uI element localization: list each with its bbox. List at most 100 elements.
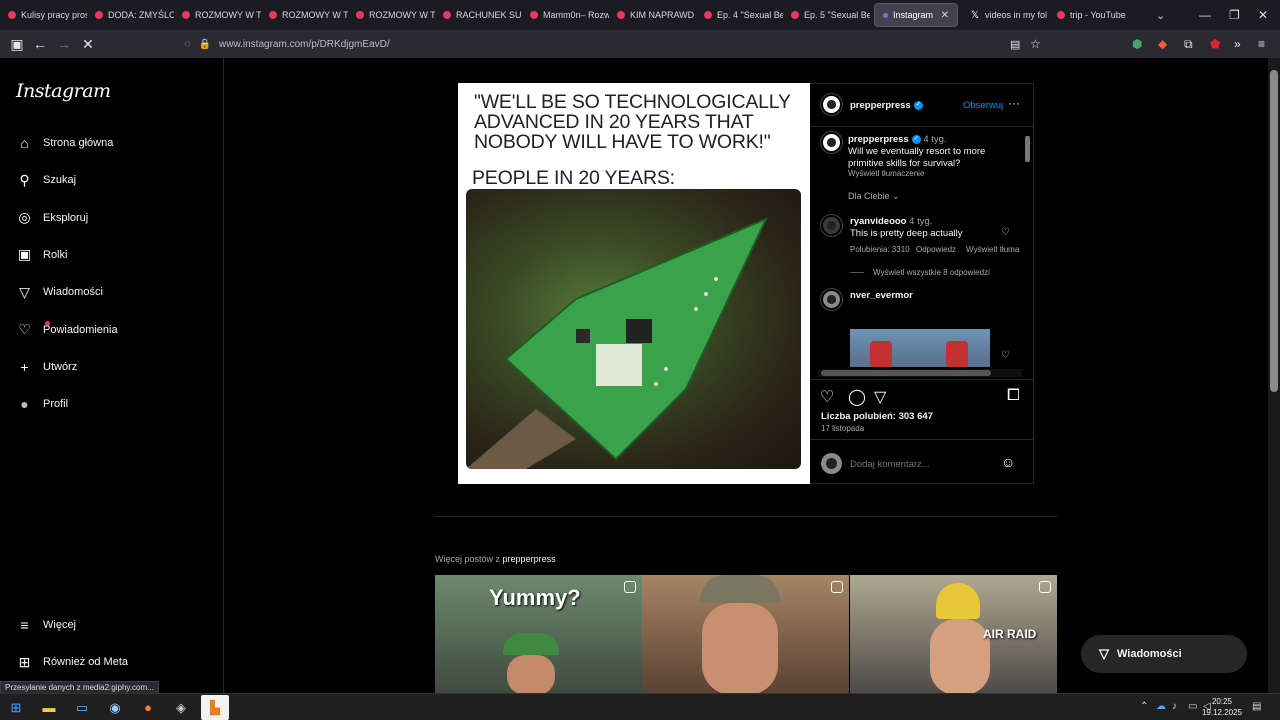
tab[interactable]: RACHUNEK SUM bbox=[435, 0, 522, 30]
file-explorer-icon[interactable]: ▬ bbox=[38, 698, 60, 717]
caption-avatar[interactable] bbox=[821, 132, 842, 153]
extension-fox-icon[interactable]: ◆ bbox=[1158, 37, 1167, 51]
like-heart-icon[interactable]: ♡ bbox=[820, 387, 834, 407]
sidebar-item-search[interactable]: ⚲ Szukaj bbox=[16, 165, 216, 195]
view-replies-link[interactable]: Wyświetl wszystkie 8 odpowiedzi bbox=[873, 268, 990, 277]
comment-username[interactable]: nver_evermor bbox=[850, 290, 913, 301]
more-post-thumbnail[interactable] bbox=[642, 575, 849, 693]
sidebar-item-home[interactable]: ⌂ Strona główna bbox=[16, 128, 216, 158]
caption-time[interactable]: 4 tyg. bbox=[923, 134, 946, 145]
shield-icon[interactable]: ◌ bbox=[184, 38, 191, 50]
reader-view-icon[interactable]: ▤ bbox=[1010, 38, 1020, 51]
author-avatar[interactable] bbox=[821, 94, 842, 115]
sidebar-item-compass[interactable]: ◎ Eksploruj bbox=[16, 203, 216, 233]
comment-like-count[interactable]: Polubienia: 3310 bbox=[850, 245, 910, 254]
extension-shield-icon[interactable]: ⬢ bbox=[1132, 37, 1142, 51]
firefox-icon[interactable]: ● bbox=[137, 698, 159, 717]
menu-icon[interactable]: ≡ bbox=[1258, 37, 1265, 51]
url-text[interactable]: www.instagram.com/p/DRKdjgmEavD/ bbox=[219, 39, 390, 50]
share-send-icon[interactable]: ▽ bbox=[874, 387, 886, 407]
tab[interactable]: Ep. 5 "Sexual Be bbox=[783, 0, 870, 30]
tray-mic-icon[interactable]: ♪ bbox=[1172, 701, 1177, 712]
extension-ublock-icon[interactable]: ⬟ bbox=[1210, 37, 1220, 51]
comment-gif[interactable] bbox=[850, 329, 990, 367]
tab[interactable]: trip - YouTube bbox=[1049, 0, 1136, 30]
close-window-icon[interactable]: ✕ bbox=[1258, 8, 1268, 22]
comment-avatar[interactable] bbox=[821, 289, 842, 310]
sidebar-item-plus[interactable]: + Utwórz bbox=[16, 352, 216, 382]
taskbar-time[interactable]: 20:25 bbox=[1206, 697, 1238, 706]
windows-start-icon[interactable]: ⊞ bbox=[5, 698, 27, 717]
author-username[interactable]: prepperpress ✓ bbox=[850, 100, 923, 111]
comments-v-scroll-thumb[interactable] bbox=[1025, 136, 1030, 162]
more-post-thumbnail[interactable]: AIR RAID bbox=[850, 575, 1057, 693]
sidebar-item-more[interactable]: ≡ Więcej bbox=[16, 610, 216, 640]
page-scroll-thumb[interactable] bbox=[1270, 70, 1278, 392]
active-app-icon[interactable]: ▙ bbox=[201, 695, 229, 720]
monitor-app-icon[interactable]: ▭ bbox=[71, 698, 93, 717]
taskbar-date[interactable]: 19.12.2025 bbox=[1200, 708, 1244, 717]
save-bookmark-icon[interactable]: ⧠ bbox=[1007, 387, 1020, 405]
comment-translate-link[interactable]: Wyświetl tłuma bbox=[966, 245, 1019, 254]
author-username-text[interactable]: prepperpress bbox=[850, 100, 911, 111]
tab[interactable]: Mamm0n– Rozw bbox=[522, 0, 609, 30]
extensions-icon[interactable]: ⧉ bbox=[1184, 37, 1193, 52]
tab[interactable]: KIM NAPRAWD bbox=[609, 0, 696, 30]
follow-button[interactable]: Obserwuj bbox=[963, 100, 1003, 111]
comment-reply-link[interactable]: Odpowiedz bbox=[916, 245, 956, 254]
sidebar-item-heart[interactable]: ♡ Powiadomienia bbox=[16, 315, 216, 345]
comment-avatar[interactable] bbox=[821, 215, 842, 236]
tray-overflow-icon[interactable]: ⌃ bbox=[1140, 701, 1148, 712]
comment-like-heart-icon[interactable]: ♡ bbox=[1001, 350, 1010, 361]
url-bar[interactable]: ◌ 🔒 www.instagram.com/p/DRKdjgmEavD/ ▤ ☆ bbox=[176, 33, 1050, 55]
comments-h-scroll-thumb[interactable] bbox=[821, 370, 991, 376]
instagram-logo[interactable]: Instagram bbox=[16, 80, 111, 102]
tab[interactable]: ROZMOWY W T bbox=[174, 0, 261, 30]
like-count[interactable]: Liczba polubień: 303 647 bbox=[821, 411, 933, 422]
tab[interactable]: 𝕏videos in my fol bbox=[962, 0, 1049, 30]
comments-h-scrollbar[interactable] bbox=[818, 369, 1022, 377]
minimize-icon[interactable]: — bbox=[1199, 8, 1211, 22]
tab[interactable]: ROZMOWY W T bbox=[348, 0, 435, 30]
comment-bubble-icon[interactable]: ◯ bbox=[848, 387, 866, 407]
page-scrollbar[interactable] bbox=[1268, 58, 1280, 693]
post-date[interactable]: 17 listopada bbox=[821, 424, 864, 433]
tab[interactable]: Ep. 4 "Sexual Be bbox=[696, 0, 783, 30]
comment-time[interactable]: 4 tyg. bbox=[909, 216, 932, 227]
translate-link[interactable]: Wyświetl tłumaczenie bbox=[848, 169, 924, 178]
app-icon[interactable]: ◈ bbox=[170, 698, 192, 717]
tab[interactable]: ROZMOWY W T bbox=[261, 0, 348, 30]
more-tools-icon[interactable]: » bbox=[1234, 37, 1241, 51]
comment-username[interactable]: ryanvideooo bbox=[850, 216, 907, 227]
steam-icon[interactable]: ◉ bbox=[104, 698, 126, 717]
forward-icon[interactable]: → bbox=[52, 33, 76, 55]
tab[interactable]: Kulisy pracy pros bbox=[0, 0, 87, 30]
emoji-icon[interactable]: ☺ bbox=[1001, 454, 1015, 470]
add-comment-input[interactable] bbox=[850, 456, 990, 472]
tray-cloud-icon[interactable]: ☁ bbox=[1156, 701, 1166, 712]
comments-v-scrollbar[interactable] bbox=[1023, 126, 1032, 366]
comment-like-heart-icon[interactable]: ♡ bbox=[1001, 227, 1010, 238]
stop-icon[interactable]: ✕ bbox=[76, 33, 100, 55]
messages-pill-button[interactable]: ▽ Wiadomości bbox=[1081, 635, 1247, 673]
comment-sort-dropdown[interactable]: Dla Ciebie ⌄ bbox=[848, 191, 900, 202]
more-posts-username[interactable]: prepperpress bbox=[503, 554, 556, 564]
back-icon[interactable]: ← bbox=[28, 33, 52, 55]
tab-list-dropdown-icon[interactable]: ⌄ bbox=[1156, 9, 1165, 22]
post-image[interactable]: "WE'LL BE SO TECHNOLOGICALLY ADVANCED IN… bbox=[458, 83, 810, 484]
more-options-icon[interactable]: ··· bbox=[1008, 96, 1020, 110]
bookmark-star-icon[interactable]: ☆ bbox=[1030, 37, 1041, 51]
restore-icon[interactable]: ❐ bbox=[1229, 8, 1240, 22]
tray-network-icon[interactable]: ▭ bbox=[1188, 701, 1197, 712]
sidebar-item-profile[interactable]: ● Profil bbox=[16, 389, 216, 419]
notification-center-icon[interactable]: ▤ bbox=[1252, 701, 1261, 712]
sidebar-toggle-icon[interactable]: ▣ bbox=[5, 33, 29, 55]
more-post-thumbnail[interactable]: Yummy? bbox=[435, 575, 642, 693]
tab-active[interactable]: Instagram ✕ bbox=[874, 3, 958, 27]
sidebar-item-reels[interactable]: ▣ Rolki bbox=[16, 240, 216, 270]
close-tab-icon[interactable]: ✕ bbox=[941, 10, 949, 21]
sidebar-item-messenger[interactable]: ▽ Wiadomości bbox=[16, 277, 216, 307]
caption-username[interactable]: prepperpress bbox=[848, 134, 909, 145]
sidebar-item-meta[interactable]: ⊞ Również od Meta bbox=[16, 647, 216, 677]
tab[interactable]: DODA: ZMYŚLO bbox=[87, 0, 174, 30]
